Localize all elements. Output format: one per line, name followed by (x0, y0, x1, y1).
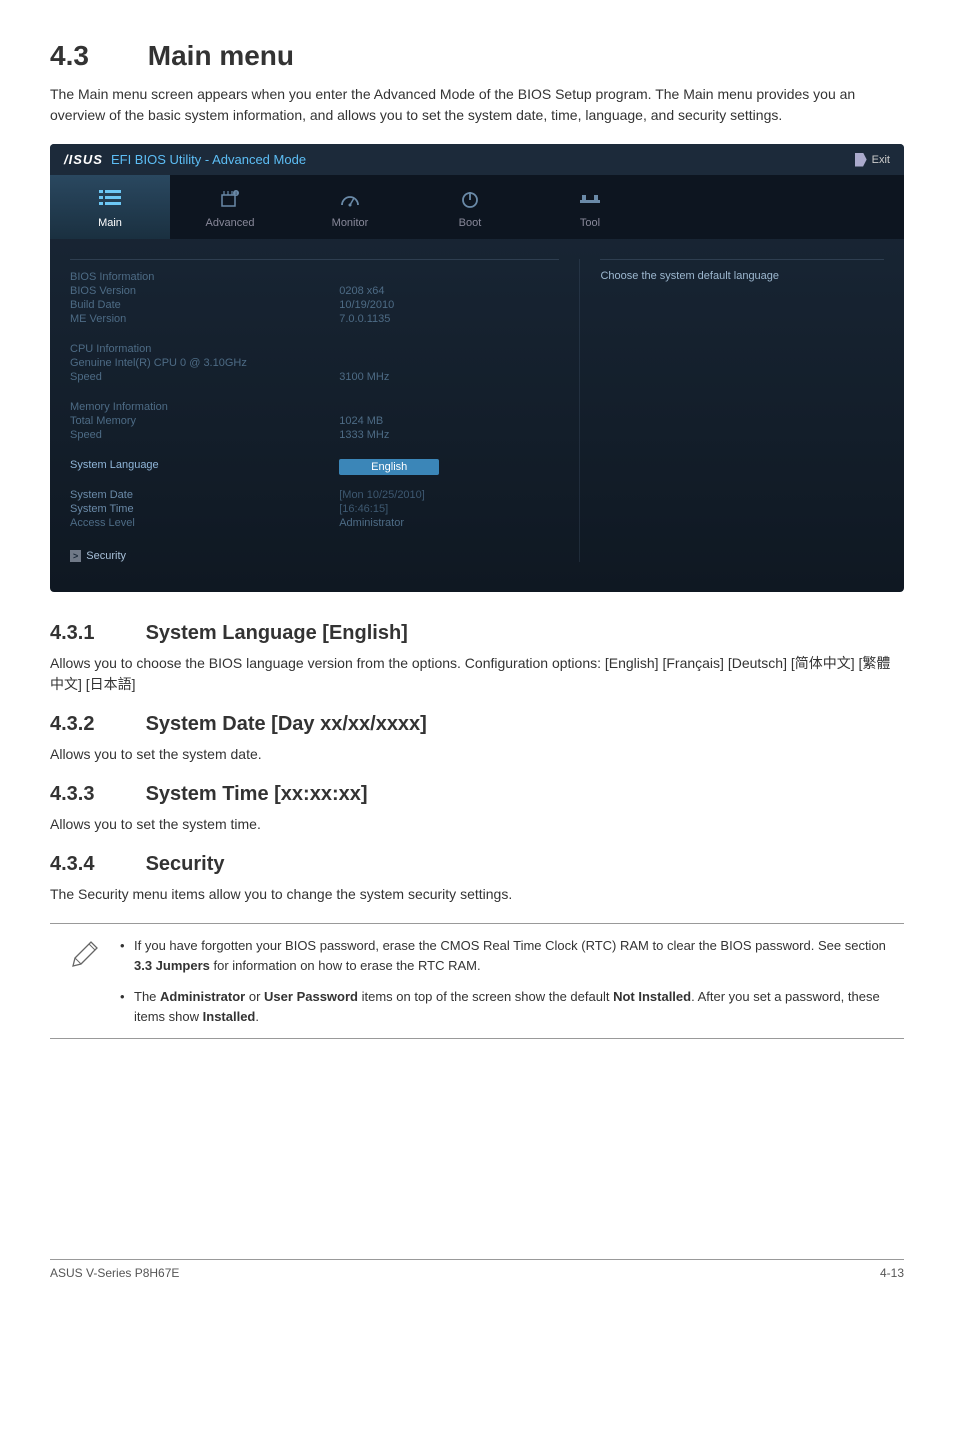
cpu-speed-value: 3100 MHz (339, 371, 559, 383)
sub-number: 4.3.1 (50, 622, 140, 645)
sub-title: System Date [Day xx/xx/xxxx] (146, 713, 427, 735)
system-language-label: System Language (70, 459, 339, 475)
divider (600, 259, 884, 260)
tab-main[interactable]: Main (50, 175, 170, 239)
tab-main-label: Main (98, 217, 122, 229)
bios-version-value: 0208 x64 (339, 285, 559, 297)
note-item-2: The Administrator or User Password items… (120, 987, 904, 1026)
sub-number: 4.3.3 (50, 783, 140, 806)
power-icon (410, 189, 530, 211)
tool-icon (530, 189, 650, 211)
memory-info-header: Memory Information (70, 401, 339, 413)
subsection-431: 4.3.1 System Language [English] (50, 622, 904, 645)
pencil-icon (50, 936, 120, 977)
total-memory-label: Total Memory (70, 415, 339, 427)
section-title-text: Main menu (148, 40, 294, 71)
memory-info-group: Memory Information Total Memory1024 MB S… (70, 400, 559, 442)
me-version-label: ME Version (70, 313, 339, 325)
subsection-434: 4.3.4 Security (50, 853, 904, 876)
bios-brand: /ISUS EFI BIOS Utility - Advanced Mode (64, 152, 306, 167)
access-level-label: Access Level (70, 517, 339, 529)
exit-button[interactable]: Exit (855, 153, 890, 167)
tab-monitor-label: Monitor (332, 217, 369, 229)
section-intro: The Main menu screen appears when you en… (50, 84, 904, 126)
footer-right: 4-13 (880, 1266, 904, 1280)
section-number: 4.3 (50, 40, 140, 72)
sub-title: Security (146, 853, 225, 875)
sub-433-text: Allows you to set the system time. (50, 814, 904, 835)
security-label: Security (86, 550, 126, 562)
sub-title: System Language [English] (146, 622, 408, 644)
bios-window: /ISUS EFI BIOS Utility - Advanced Mode E… (50, 144, 904, 592)
system-time-value[interactable]: [16:46:15] (339, 503, 559, 515)
bios-version-label: BIOS Version (70, 285, 339, 297)
system-datetime-group: System Date[Mon 10/25/2010] System Time[… (70, 488, 559, 530)
list-icon (50, 189, 170, 211)
sub-434-text: The Security menu items allow you to cha… (50, 884, 904, 905)
bios-utility-title: EFI BIOS Utility - Advanced Mode (111, 152, 306, 167)
chip-icon: i (170, 189, 290, 211)
memory-speed-label: Speed (70, 429, 339, 441)
build-date-value: 10/19/2010 (339, 299, 559, 311)
sub-number: 4.3.2 (50, 713, 140, 736)
bios-tab-bar: Main i Advanced (50, 175, 904, 239)
note-item-1: If you have forgotten your BIOS password… (120, 936, 904, 975)
svg-text:i: i (235, 191, 236, 197)
sub-432-text: Allows you to set the system date. (50, 744, 904, 765)
exit-icon (855, 153, 867, 167)
bios-content: BIOS Information BIOS Version0208 x64 Bu… (50, 239, 904, 592)
sub-title: System Time [xx:xx:xx] (146, 783, 368, 805)
asus-logo: /ISUS (64, 152, 103, 167)
sub-431-text: Allows you to choose the BIOS language v… (50, 653, 904, 695)
note-block: If you have forgotten your BIOS password… (50, 923, 904, 1039)
footer-left: ASUS V-Series P8H67E (50, 1266, 179, 1280)
tab-tool[interactable]: Tool (530, 175, 650, 239)
subsection-432: 4.3.2 System Date [Day xx/xx/xxxx] (50, 713, 904, 736)
help-text: Choose the system default language (600, 270, 884, 282)
system-language-value: English (339, 459, 439, 475)
bios-left-pane: BIOS Information BIOS Version0208 x64 Bu… (50, 259, 579, 562)
page-footer: ASUS V-Series P8H67E 4-13 (50, 1259, 904, 1280)
system-time-label: System Time (70, 503, 339, 515)
cpu-speed-label: Speed (70, 371, 339, 383)
bios-info-header: BIOS Information (70, 271, 339, 283)
sub-number: 4.3.4 (50, 853, 140, 876)
cpu-info-header: CPU Information (70, 343, 339, 355)
tab-boot[interactable]: Boot (410, 175, 530, 239)
tab-advanced-label: Advanced (206, 217, 255, 229)
chevron-right-icon: > (70, 550, 81, 562)
bios-topbar: /ISUS EFI BIOS Utility - Advanced Mode E… (50, 144, 904, 175)
total-memory-value: 1024 MB (339, 415, 559, 427)
tab-boot-label: Boot (459, 217, 482, 229)
tab-tool-label: Tool (580, 217, 600, 229)
bios-info-group: BIOS Information BIOS Version0208 x64 Bu… (70, 270, 559, 326)
system-date-label: System Date (70, 489, 339, 501)
section-heading: 4.3 Main menu (50, 40, 904, 72)
tab-monitor[interactable]: Monitor (290, 175, 410, 239)
note-list: If you have forgotten your BIOS password… (120, 936, 904, 1026)
build-date-label: Build Date (70, 299, 339, 311)
bios-help-pane: Choose the system default language (579, 259, 904, 562)
memory-speed-value: 1333 MHz (339, 429, 559, 441)
exit-label: Exit (872, 154, 890, 166)
system-date-value[interactable]: [Mon 10/25/2010] (339, 489, 559, 501)
gauge-icon (290, 189, 410, 211)
subsection-433: 4.3.3 System Time [xx:xx:xx] (50, 783, 904, 806)
divider (70, 259, 559, 260)
me-version-value: 7.0.0.1135 (339, 313, 559, 325)
access-level-value: Administrator (339, 517, 559, 529)
cpu-info-group: CPU Information Genuine Intel(R) CPU 0 @… (70, 342, 559, 384)
tab-advanced[interactable]: i Advanced (170, 175, 290, 239)
system-language-row[interactable]: System Language English (70, 458, 559, 476)
cpu-model: Genuine Intel(R) CPU 0 @ 3.10GHz (70, 357, 559, 369)
security-menu-item[interactable]: > Security (70, 550, 126, 562)
